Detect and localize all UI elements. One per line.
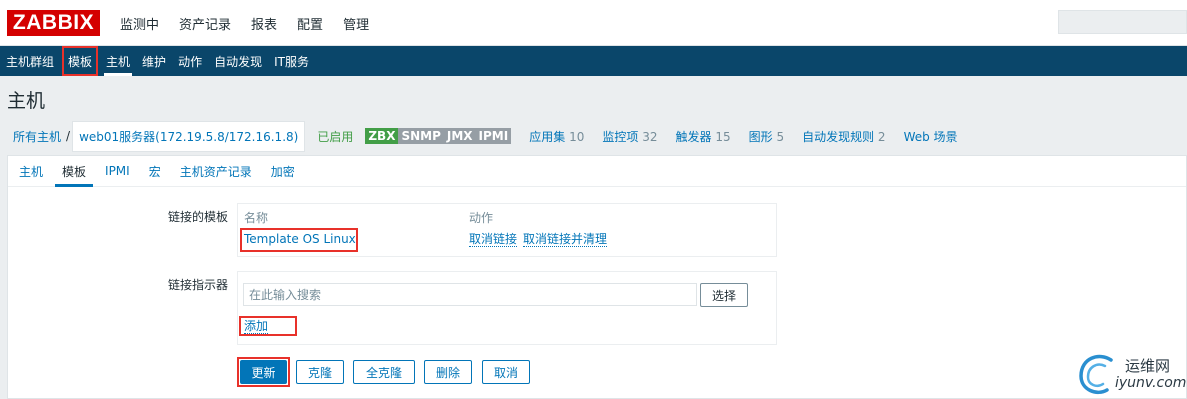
template-search-input[interactable] — [243, 283, 697, 306]
sub-nav: 主机群组 模板 主机 维护 动作 自动发现 IT服务 — [0, 46, 1187, 76]
host-breadcrumb-bar: 所有主机 / web01服务器(172.19.5.8/172.16.1.8) 已… — [7, 120, 1187, 152]
graphs-count: 5 — [776, 129, 785, 144]
web-scenarios-link[interactable]: Web 场景 — [904, 128, 958, 145]
top-menu-configuration[interactable]: 配置 — [289, 14, 331, 33]
top-menu-monitoring[interactable]: 监测中 — [112, 14, 167, 33]
zbx-badge: ZBX — [365, 128, 399, 144]
triggers-label: 触发器 — [675, 129, 712, 144]
sub-nav-hosts[interactable]: 主机 — [100, 46, 136, 76]
sub-nav-actions[interactable]: 动作 — [172, 46, 208, 76]
col-name-header: 名称 — [244, 211, 269, 225]
full-clone-button[interactable]: 全克隆 — [353, 360, 415, 384]
breadcrumb-all-hosts[interactable]: 所有主机 — [7, 128, 66, 145]
applications-label: 应用集 — [529, 129, 566, 144]
breadcrumb-separator: / — [66, 129, 71, 143]
col-action-header: 动作 — [469, 211, 494, 225]
triggers-link[interactable]: 触发器 15 — [675, 128, 730, 145]
unlink-link[interactable]: 取消链接 — [469, 232, 518, 247]
sub-nav-templates[interactable]: 模板 — [62, 46, 99, 76]
top-header: ZABBIX 监测中 资产记录 报表 配置 管理 — [0, 0, 1187, 46]
top-menu: 监测中 资产记录 报表 配置 管理 — [112, 0, 381, 46]
tab-encryption[interactable]: 加密 — [264, 156, 302, 186]
zabbix-logo[interactable]: ZABBIX — [7, 10, 100, 36]
clone-button[interactable]: 克隆 — [296, 360, 344, 384]
discovery-rules-count: 2 — [877, 129, 886, 144]
graphs-link[interactable]: 图形 5 — [749, 128, 784, 145]
top-menu-inventory[interactable]: 资产记录 — [171, 14, 239, 33]
select-button[interactable]: 选择 — [700, 283, 748, 307]
linked-templates-label: 链接的模板 — [167, 210, 228, 224]
template-os-linux-link[interactable]: Template OS Linux — [244, 232, 356, 246]
items-label: 监控项 — [602, 129, 639, 144]
sub-nav-host-groups[interactable]: 主机群组 — [0, 46, 60, 76]
update-button[interactable]: 更新 — [240, 360, 287, 384]
host-tabs: 主机 模板 IPMI 宏 主机资产记录 加密 — [8, 156, 1186, 187]
snmp-badge: SNMP — [398, 128, 444, 144]
jmx-badge: JMX — [443, 128, 476, 144]
watermark-cn: 运维网 — [1125, 357, 1171, 375]
items-link[interactable]: 监控项 32 — [602, 128, 657, 145]
applications-count: 10 — [569, 129, 585, 144]
watermark-en: iyunv.com — [1115, 375, 1187, 391]
sub-nav-discovery[interactable]: 自动发现 — [208, 46, 268, 76]
delete-button[interactable]: 删除 — [424, 360, 472, 384]
global-search-input[interactable] — [1058, 10, 1187, 34]
add-link[interactable]: 添加 — [244, 319, 269, 334]
tab-inventory[interactable]: 主机资产记录 — [173, 156, 259, 186]
ipmi-badge: IPMI — [475, 128, 512, 144]
tab-templates[interactable]: 模板 — [55, 156, 94, 187]
items-count: 32 — [642, 129, 658, 144]
link-indicator-label: 链接指示器 — [167, 278, 228, 292]
sub-nav-maintenance[interactable]: 维护 — [136, 46, 172, 76]
sub-nav-it-services[interactable]: IT服务 — [268, 46, 315, 76]
tab-macros[interactable]: 宏 — [142, 156, 168, 186]
applications-link[interactable]: 应用集 10 — [529, 128, 584, 145]
tab-ipmi[interactable]: IPMI — [98, 156, 137, 186]
discovery-rules-link[interactable]: 自动发现规则 2 — [802, 128, 885, 145]
host-form-card: 主机 模板 IPMI 宏 主机资产记录 加密 链接的模板 名称 动作 Templ… — [7, 155, 1187, 399]
availability-badges: ZBX SNMP JMX IPMI — [365, 128, 512, 144]
tab-host[interactable]: 主机 — [12, 156, 50, 186]
cancel-button[interactable]: 取消 — [482, 360, 530, 384]
unlink-and-clear-link[interactable]: 取消链接并清理 — [523, 232, 608, 247]
host-status-enabled[interactable]: 已启用 — [317, 128, 353, 145]
discovery-rules-label: 自动发现规则 — [802, 129, 875, 144]
triggers-count: 15 — [715, 129, 731, 144]
graphs-label: 图形 — [748, 129, 773, 144]
top-menu-administration[interactable]: 管理 — [335, 14, 377, 33]
top-menu-reports[interactable]: 报表 — [243, 14, 285, 33]
iyunv-watermark: 运维网 iyunv.com — [1075, 350, 1187, 399]
breadcrumb-current-host[interactable]: web01服务器(172.19.5.8/172.16.1.8) — [72, 120, 306, 152]
page-title: 主机 — [7, 90, 46, 112]
